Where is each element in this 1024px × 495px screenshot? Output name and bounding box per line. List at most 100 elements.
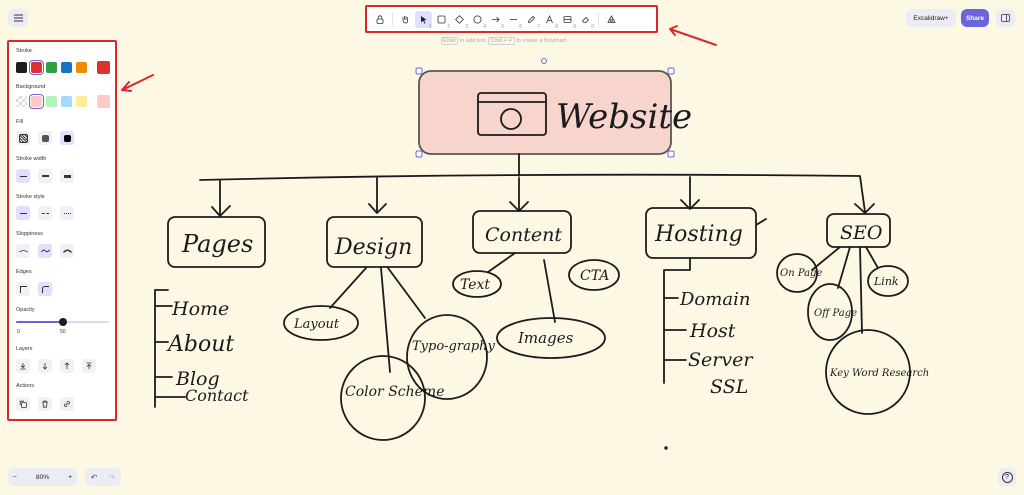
send-to-back-button[interactable] bbox=[16, 359, 30, 373]
history-controls: ↶ ↷ bbox=[85, 468, 121, 486]
design-item: Layout bbox=[293, 317, 340, 332]
zoom-out-button[interactable]: − bbox=[13, 474, 17, 481]
tool-line[interactable]: 6 bbox=[505, 11, 522, 30]
drawing-canvas[interactable]: Website Pages Design Content Hosting SEO… bbox=[0, 0, 1024, 495]
sharp-corner-icon bbox=[19, 285, 27, 293]
background-color-blue[interactable] bbox=[61, 96, 72, 107]
stroke-color-green[interactable] bbox=[46, 62, 57, 73]
help-icon: ? bbox=[1001, 471, 1013, 483]
background-color-pink[interactable] bbox=[29, 94, 44, 109]
undo-button[interactable]: ↶ bbox=[91, 473, 98, 482]
arrow-down-icon bbox=[42, 363, 48, 370]
fill-solid-button[interactable] bbox=[60, 131, 74, 145]
layers-label: Layers bbox=[16, 346, 33, 352]
link-button[interactable] bbox=[60, 397, 74, 411]
thin-line-icon bbox=[19, 175, 27, 177]
sloppiness-architect-button[interactable] bbox=[16, 244, 30, 258]
actions-label: Actions bbox=[16, 383, 35, 389]
excalidraw-plus-button[interactable]: Excalidraw+ bbox=[906, 9, 956, 27]
stroke-style-label: Stroke style bbox=[16, 194, 45, 200]
tool-text[interactable]: 8 bbox=[541, 11, 558, 30]
round-corner-icon bbox=[41, 285, 49, 293]
cartoonist-icon bbox=[62, 249, 72, 253]
duplicate-button[interactable] bbox=[16, 397, 30, 411]
sidebar-icon bbox=[1001, 14, 1010, 22]
help-button[interactable]: ? bbox=[998, 468, 1016, 486]
ellipse-icon bbox=[473, 15, 482, 23]
image-icon bbox=[563, 15, 572, 23]
stroke-style-dotted-button[interactable] bbox=[60, 206, 74, 220]
tool-ellipse[interactable]: 4 bbox=[469, 11, 486, 30]
hosting-item: Server bbox=[688, 349, 754, 371]
stroke-width-extrabold-button[interactable] bbox=[60, 169, 74, 183]
share-button[interactable]: Share bbox=[961, 9, 989, 27]
bring-to-front-button[interactable] bbox=[82, 359, 96, 373]
hachure-icon bbox=[18, 133, 28, 143]
zoom-controls: − 80% + bbox=[8, 468, 77, 486]
stroke-color-red[interactable] bbox=[29, 60, 44, 75]
sloppiness-artist-button[interactable] bbox=[38, 244, 52, 258]
tool-diamond[interactable]: 3 bbox=[451, 11, 468, 30]
edges-sharp-button[interactable] bbox=[16, 282, 30, 296]
tool-draw[interactable]: 7 bbox=[523, 11, 540, 30]
seo-item: Link bbox=[873, 275, 899, 288]
library-sidebar-button[interactable] bbox=[996, 9, 1015, 27]
zoom-level[interactable]: 80% bbox=[36, 474, 49, 481]
background-color-transparent[interactable] bbox=[16, 96, 27, 107]
shapes-toolbar: 1 2 3 4 5 6 7 8 9 0 bbox=[365, 5, 658, 33]
background-label: Background bbox=[16, 84, 46, 90]
stroke-width-bold-button[interactable] bbox=[38, 169, 52, 183]
opacity-slider[interactable] bbox=[16, 318, 109, 326]
category-label-pages: Pages bbox=[181, 230, 253, 258]
fill-label: Fill bbox=[16, 119, 24, 125]
stroke-style-solid-button[interactable] bbox=[16, 206, 30, 220]
fill-crosshatch-button[interactable] bbox=[38, 131, 52, 145]
stroke-color-orange[interactable] bbox=[76, 62, 87, 73]
content-item: Images bbox=[517, 329, 574, 347]
text-icon bbox=[546, 14, 553, 23]
shapes-more-icon bbox=[607, 14, 616, 23]
main-menu-button[interactable] bbox=[8, 9, 28, 27]
tool-image[interactable]: 9 bbox=[559, 11, 576, 30]
design-item: Typo-graphy bbox=[412, 339, 496, 354]
tool-lock[interactable] bbox=[371, 11, 388, 28]
lock-icon bbox=[376, 14, 383, 24]
send-backward-button[interactable] bbox=[38, 359, 52, 373]
background-color-yellow[interactable] bbox=[76, 96, 87, 107]
hosting-item: SSL bbox=[710, 376, 748, 398]
opacity-current-value: 50 bbox=[60, 329, 66, 335]
tool-rectangle[interactable]: 2 bbox=[433, 11, 450, 30]
background-color-green[interactable] bbox=[46, 96, 57, 107]
stroke-style-dashed-button[interactable] bbox=[38, 206, 52, 220]
link-icon bbox=[64, 401, 70, 407]
tool-selection[interactable]: 1 bbox=[415, 10, 432, 30]
annotation-arrow-panel bbox=[121, 74, 154, 92]
content-item: Text bbox=[460, 277, 490, 293]
artist-icon bbox=[40, 249, 50, 253]
tool-more[interactable] bbox=[603, 11, 620, 28]
tool-arrow[interactable]: 5 bbox=[487, 11, 504, 30]
crosshatch-icon bbox=[41, 134, 49, 142]
edges-round-button[interactable] bbox=[38, 282, 52, 296]
seo-item: Off Page bbox=[814, 308, 857, 319]
bring-forward-button[interactable] bbox=[60, 359, 74, 373]
tool-eraser[interactable]: 0 bbox=[577, 11, 594, 30]
stroke-width-thin-button[interactable] bbox=[16, 169, 30, 183]
opacity-slider-thumb[interactable] bbox=[58, 318, 67, 326]
sloppiness-label: Sloppiness bbox=[16, 231, 43, 237]
sloppiness-cartoonist-button[interactable] bbox=[60, 244, 74, 258]
pages-item: Contact bbox=[185, 386, 249, 405]
background-color-current[interactable] bbox=[97, 95, 110, 108]
zoom-in-button[interactable]: + bbox=[68, 474, 72, 481]
tool-hand[interactable] bbox=[397, 11, 414, 28]
opacity-label: Opacity bbox=[16, 307, 35, 313]
delete-button[interactable] bbox=[38, 397, 52, 411]
fill-hachure-button[interactable] bbox=[16, 131, 30, 145]
category-label-design: Design bbox=[334, 235, 412, 260]
redo-button[interactable]: ↷ bbox=[109, 473, 116, 482]
stroke-color-current[interactable] bbox=[97, 61, 110, 74]
extrabold-line-icon bbox=[63, 174, 71, 178]
rectangle-icon bbox=[437, 15, 446, 23]
stroke-color-blue[interactable] bbox=[61, 62, 72, 73]
stroke-color-black[interactable] bbox=[16, 62, 27, 73]
